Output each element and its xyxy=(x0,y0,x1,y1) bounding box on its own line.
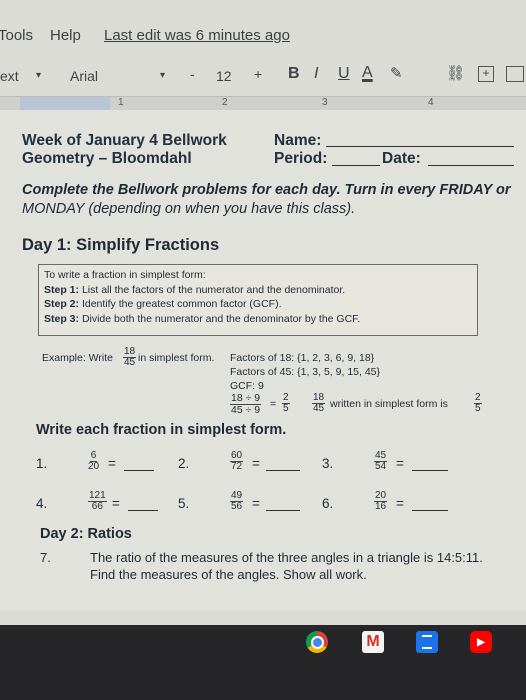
ruler-mark: 1 xyxy=(118,97,124,108)
chrome-icon[interactable] xyxy=(306,631,328,653)
factors-18: Factors of 18: {1, 2, 3, 6, 9, 18} xyxy=(230,352,375,364)
example-fraction-repeat: 18 45 xyxy=(312,392,326,414)
docs-icon[interactable] xyxy=(416,631,438,653)
text-color-button[interactable]: A xyxy=(362,64,373,82)
problem-fraction: 45 54 xyxy=(374,450,388,472)
steps-box: To write a fraction in simplest form: St… xyxy=(38,264,478,336)
name-label: Name: xyxy=(274,132,322,149)
example-equals: = xyxy=(270,398,277,410)
date-label: Date: xyxy=(382,150,421,167)
link-icon[interactable]: ⛓ xyxy=(446,64,465,82)
problem-equals: = xyxy=(396,496,404,511)
period-label: Period: xyxy=(274,150,328,167)
font-size-decrease[interactable]: - xyxy=(190,66,195,82)
step1-label: Step 1: xyxy=(44,283,80,296)
menu-tools[interactable]: Tools xyxy=(0,27,33,44)
ruler-mark: 3 xyxy=(322,97,328,108)
italic-button[interactable]: I xyxy=(314,65,318,83)
division-fraction: 18 ÷ 9 45 ÷ 9 xyxy=(230,392,262,416)
problem-equals: = xyxy=(108,456,116,471)
chevron-down-icon[interactable]: ▾ xyxy=(160,70,165,81)
chevron-down-icon[interactable]: ▾ xyxy=(36,70,41,81)
problem-fraction: 6 20 xyxy=(88,450,100,472)
bold-button[interactable]: B xyxy=(288,65,300,83)
add-comment-icon[interactable]: + xyxy=(478,66,494,82)
example-in-simplest: in simplest form. xyxy=(138,352,215,364)
day1-heading: Day 1: Simplify Fractions xyxy=(22,236,220,254)
answer-blank[interactable] xyxy=(412,510,448,511)
course-heading: Geometry – Bloomdahl xyxy=(22,150,192,167)
period-blank xyxy=(332,165,380,166)
step2-text: Identify the greatest common factor (GCF… xyxy=(81,298,282,310)
screen: Tools Help Last edit was 6 minutes ago e… xyxy=(0,0,526,625)
problem-equals: = xyxy=(396,456,404,471)
question-7-line-2: Find the measures of the angles. Show al… xyxy=(90,567,367,582)
question-7-line-1: The ratio of the measures of the three a… xyxy=(90,550,483,565)
final-fraction: 25 xyxy=(474,392,482,414)
result-fraction: 25 xyxy=(282,392,290,414)
menu-help[interactable]: Help xyxy=(50,27,81,44)
problem-equals: = xyxy=(112,496,120,511)
problem-number: 2. xyxy=(178,456,190,471)
menu-bar: Tools Help Last edit was 6 minutes ago xyxy=(0,24,526,52)
answer-blank[interactable] xyxy=(124,470,154,471)
insert-image-icon[interactable] xyxy=(506,66,524,82)
instruction-line-2: MONDAY (depending on when you have this … xyxy=(22,201,356,217)
font-select[interactable]: Arial xyxy=(70,68,98,84)
problem-number: 6. xyxy=(322,496,334,511)
answer-blank[interactable] xyxy=(412,470,448,471)
date-blank xyxy=(428,165,514,166)
example-fraction: 18 45 xyxy=(123,346,137,368)
problem-number: 4. xyxy=(36,496,48,511)
factors-45: Factors of 45: {1, 3, 5, 9, 15, 45} xyxy=(230,366,381,378)
document-page[interactable]: Week of January 4 Bellwork Geometry – Bl… xyxy=(0,110,526,610)
gcf-text: GCF: 9 xyxy=(230,380,264,392)
week-heading: Week of January 4 Bellwork xyxy=(22,132,227,149)
step2-label: Step 2: xyxy=(44,298,80,310)
step1-text: List all the factors of the numerator an… xyxy=(81,283,346,296)
written-simplest: written in simplest form is xyxy=(330,398,448,410)
highlight-pen-icon[interactable]: ✎ xyxy=(390,64,403,82)
taskbar: M ▶ xyxy=(0,625,526,700)
format-toolbar: ext ▾ Arial ▾ - 12 + B I U A ✎ ⛓ + xyxy=(0,60,526,92)
step3-label: Step 3: xyxy=(44,312,80,325)
font-size-increase[interactable]: + xyxy=(254,66,262,82)
ruler-margin xyxy=(20,97,110,111)
problem-equals: = xyxy=(252,496,260,511)
steps-intro: To write a fraction in simplest form: xyxy=(44,269,206,281)
problem-number: 3. xyxy=(322,456,334,471)
write-each-heading: Write each fraction in simplest form. xyxy=(36,422,287,438)
youtube-icon[interactable]: ▶ xyxy=(470,631,492,653)
answer-blank[interactable] xyxy=(266,510,300,511)
answer-blank[interactable] xyxy=(128,510,158,511)
instruction-line-1: Complete the Bellwork problems for each … xyxy=(22,182,511,198)
last-edit-link[interactable]: Last edit was 6 minutes ago xyxy=(104,27,290,44)
answer-blank[interactable] xyxy=(266,470,300,471)
problem-fraction: 49 56 xyxy=(230,490,244,512)
underline-button[interactable]: U xyxy=(338,65,350,83)
day2-heading: Day 2: Ratios xyxy=(40,526,132,542)
problem-equals: = xyxy=(252,456,260,471)
font-size-input[interactable]: 12 xyxy=(216,68,232,84)
problem-number: 5. xyxy=(178,496,190,511)
name-blank xyxy=(326,146,514,147)
example-label: Example: Write xyxy=(42,352,113,364)
ruler-mark: 2 xyxy=(222,97,228,108)
ruler-mark: 4 xyxy=(428,97,434,108)
gmail-icon[interactable]: M xyxy=(362,631,384,653)
step3-text: Divide both the numerator and the denomi… xyxy=(81,312,361,325)
problem-number: 1. xyxy=(36,456,48,471)
style-select[interactable]: ext xyxy=(0,68,19,84)
question-7-number: 7. xyxy=(40,550,51,565)
problem-fraction: 60 72 xyxy=(230,450,244,472)
problem-fraction: 121 66 xyxy=(88,490,107,512)
problem-fraction: 20 16 xyxy=(374,490,388,512)
